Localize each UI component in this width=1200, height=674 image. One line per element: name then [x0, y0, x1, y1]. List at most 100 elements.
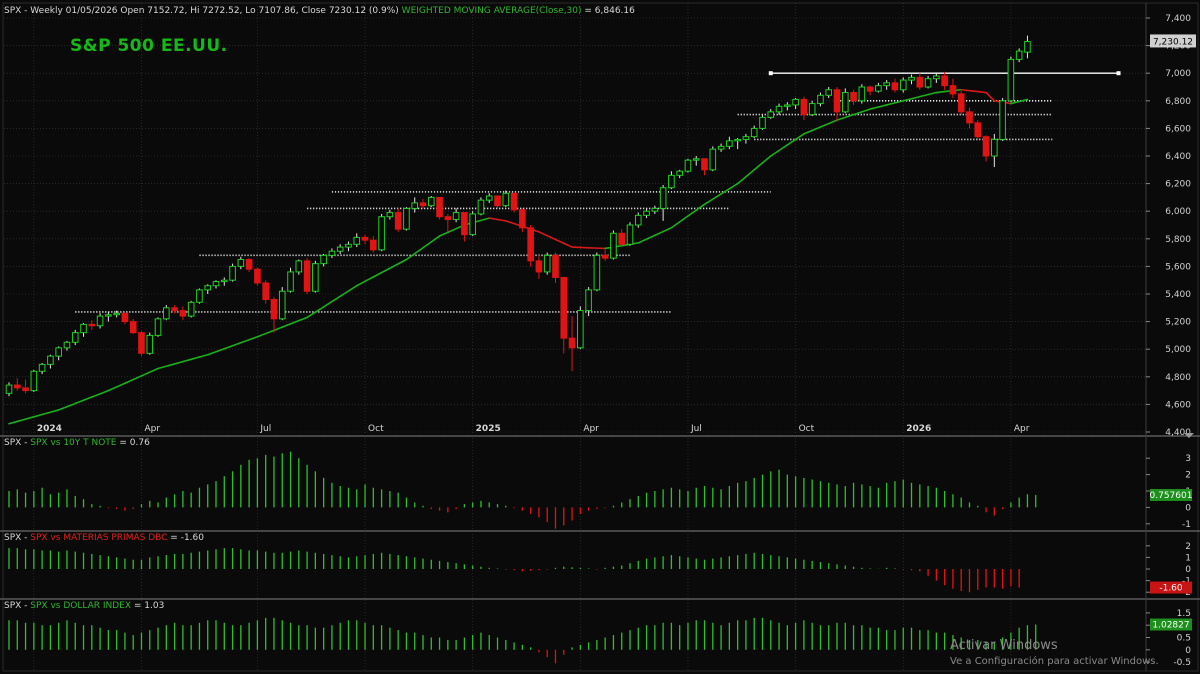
panel-2-header: SPX - SPX vs MATERIAS PRIMAS DBC = -1.60	[4, 533, 204, 544]
candle-body	[187, 301, 195, 317]
panel-3-name: SPX vs DOLLAR INDEX	[30, 601, 132, 611]
candle-body	[577, 310, 584, 349]
panel-3-prefix: SPX -	[4, 601, 31, 611]
candle-body	[709, 148, 717, 171]
candle-body	[949, 85, 957, 95]
candle-body	[494, 195, 501, 207]
ma-segment	[935, 90, 946, 94]
candle-body	[601, 254, 609, 259]
candle-body	[858, 86, 866, 102]
candle-body	[303, 260, 311, 292]
candle-body	[585, 289, 592, 312]
candle-body	[328, 250, 336, 256]
ytick-label: 2	[1185, 471, 1191, 481]
candle-body	[1007, 58, 1015, 102]
candle-body	[204, 285, 212, 291]
candle-body	[866, 86, 874, 92]
candle-body	[643, 210, 650, 216]
candle-body	[254, 268, 261, 284]
candle-body	[659, 187, 667, 209]
candle-body	[336, 246, 344, 252]
candle-body	[345, 243, 352, 248]
header-sep: -	[21, 6, 31, 16]
candle-body	[891, 82, 899, 91]
candle-body	[71, 332, 79, 343]
candle-body	[179, 310, 187, 317]
ytick-label: 3	[1185, 454, 1191, 464]
candle-body	[146, 334, 154, 354]
candle-body	[618, 232, 626, 245]
candle-body	[411, 202, 419, 209]
header-ma-label: WEIGHTED MOVING AVERAGE(Close,30)	[401, 6, 582, 16]
candle-body	[5, 384, 13, 394]
last-price-label: 7,230.12	[1153, 37, 1193, 47]
candle-body	[403, 207, 410, 230]
ma-segment	[976, 90, 987, 94]
candle-body	[924, 78, 932, 88]
candle-body	[908, 76, 915, 81]
candle-body	[701, 158, 708, 171]
candle-body	[1015, 50, 1023, 60]
candle-body	[386, 212, 394, 218]
panel-2-prefix: SPX -	[4, 533, 31, 543]
panel-1-prefix: SPX -	[4, 438, 31, 448]
ytick-label: 6,800	[1165, 97, 1191, 107]
xtick-label: Apr	[583, 424, 599, 434]
candle-body	[966, 111, 973, 124]
candle-body	[138, 332, 145, 354]
ytick-label: 5,600	[1165, 262, 1191, 272]
level-handle	[1116, 71, 1121, 76]
candle-body	[543, 254, 551, 273]
candle-body	[825, 89, 833, 96]
ytick-label: 6,200	[1165, 180, 1191, 190]
ma-segment	[968, 89, 979, 93]
candle-body	[270, 299, 278, 320]
xtick-label: Oct	[368, 424, 384, 434]
candle-body	[800, 98, 808, 116]
candle-body	[469, 213, 476, 236]
candle-body	[452, 212, 460, 220]
panel-2-name: SPX vs MATERIAS PRIMAS DBC	[30, 533, 168, 543]
candle-body	[692, 158, 700, 161]
xtick-label: 2024	[37, 424, 62, 434]
level-handle	[768, 71, 773, 76]
ytick-label: 5,200	[1165, 318, 1191, 328]
ytick-label: 6,600	[1165, 124, 1191, 134]
candle-body	[88, 323, 96, 327]
candle-body	[394, 212, 402, 230]
candle-body	[676, 170, 683, 176]
panel-1-value: = 0.76	[116, 438, 150, 448]
xtick-label: Apr	[1014, 424, 1030, 434]
candle-body	[229, 265, 236, 281]
candle-body	[320, 254, 327, 265]
candle-body	[750, 127, 758, 138]
candle-body	[974, 122, 982, 138]
chart-title: S&P 500 EE.UU.	[70, 36, 228, 56]
candle-body	[361, 236, 369, 241]
ytick-label: 5,800	[1165, 235, 1191, 245]
panel-3-header: SPX - SPX vs DOLLAR INDEX = 1.03	[4, 601, 164, 612]
scroll-arrow-icon[interactable]	[1182, 430, 1196, 440]
ytick-label: 1	[1185, 553, 1191, 563]
candle-body	[742, 136, 750, 140]
ytick-label: 1.5	[1177, 609, 1191, 619]
candle-body	[535, 260, 543, 273]
candle-body	[419, 202, 427, 207]
candle-body	[121, 312, 129, 323]
ytick-label: 7,400	[1165, 14, 1191, 24]
main-header: SPX - Weekly 01/05/2026 Open 7152.72, Hi…	[4, 6, 635, 17]
candle-body	[717, 145, 725, 150]
candle-body	[957, 93, 965, 113]
xtick-label: Jul	[690, 424, 702, 434]
candle-body	[245, 259, 253, 270]
candle-body	[982, 136, 990, 157]
ytick-label: 4,800	[1165, 373, 1191, 383]
ytick-label: 4,600	[1165, 400, 1191, 410]
candle-body	[527, 227, 534, 262]
ytick-label: 0.5	[1177, 634, 1191, 644]
candle-body	[519, 209, 526, 229]
xtick-label: 2025	[476, 424, 501, 434]
candle-body	[295, 260, 303, 273]
candle-body	[154, 318, 162, 336]
panel-value-label: 0.757601	[1150, 491, 1193, 501]
